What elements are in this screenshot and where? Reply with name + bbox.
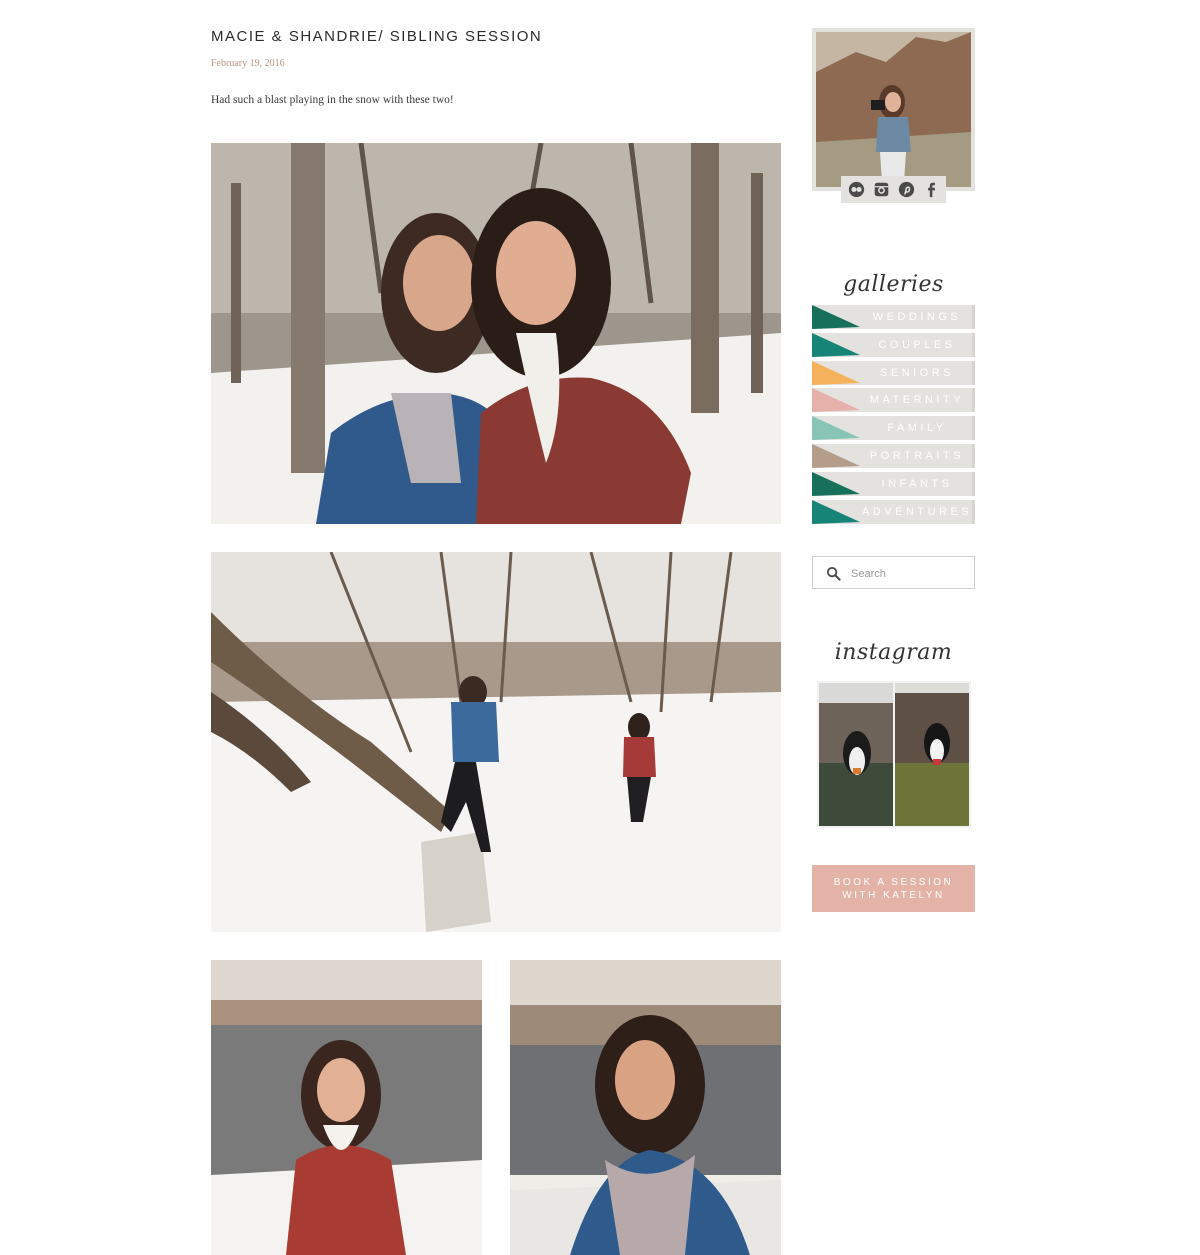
gallery-link-infants[interactable]: INFANTS bbox=[812, 471, 975, 496]
gallery-link-maternity[interactable]: MATERNITY bbox=[812, 388, 975, 413]
gallery-label: INFANTS bbox=[881, 477, 953, 490]
instagram-feed bbox=[817, 681, 971, 828]
instagram-heading: instagram bbox=[834, 640, 953, 665]
pennant-icon bbox=[812, 499, 860, 524]
pennant-icon bbox=[812, 471, 860, 496]
search-input[interactable] bbox=[849, 563, 971, 585]
instagram-photo[interactable] bbox=[895, 683, 969, 826]
post-title[interactable]: MACIE & SHANDRIE/ SIBLING SESSION bbox=[211, 28, 781, 45]
gallery-label: FAMILY bbox=[887, 422, 947, 435]
gallery-link-adventures[interactable]: ADVENTURES bbox=[812, 499, 975, 524]
post-date: February 19, 2016 bbox=[211, 58, 285, 69]
gallery-label: WEDDINGS bbox=[872, 311, 962, 323]
instagram-photo[interactable] bbox=[819, 683, 893, 826]
pennant-icon bbox=[812, 305, 860, 329]
post-photo-portrait-left bbox=[211, 960, 482, 1255]
gallery-label: SENIORS bbox=[879, 366, 954, 379]
gallery-label: PORTRAITS bbox=[869, 449, 965, 462]
post-photo-sisters bbox=[211, 143, 781, 524]
profile-photo-frame bbox=[812, 28, 975, 191]
flickr-icon[interactable] bbox=[848, 181, 865, 198]
pennant-icon bbox=[812, 332, 860, 357]
book-button-line1: BOOK A SESSION bbox=[833, 876, 954, 888]
pennant-icon bbox=[812, 443, 860, 468]
pennant-icon bbox=[812, 360, 860, 385]
gallery-link-family[interactable]: FAMILY bbox=[812, 416, 975, 441]
gallery-link-portraits[interactable]: PORTRAITS bbox=[812, 443, 975, 468]
book-button-line2: WITH KATELYN bbox=[842, 889, 945, 901]
gallery-link-couples[interactable]: COUPLES bbox=[812, 332, 975, 357]
post-body-text: Had such a blast playing in the snow wit… bbox=[211, 94, 454, 106]
search-icon[interactable] bbox=[826, 566, 841, 581]
gallery-link-weddings[interactable]: WEDDINGS bbox=[812, 305, 975, 329]
gallery-link-seniors[interactable]: SENIORS bbox=[812, 360, 975, 385]
book-session-button[interactable]: BOOK A SESSION WITH KATELYN bbox=[812, 865, 975, 912]
search-box bbox=[812, 556, 975, 589]
facebook-icon[interactable] bbox=[923, 181, 940, 198]
post-photo-portrait-right bbox=[510, 960, 781, 1255]
gallery-label: MATERNITY bbox=[869, 394, 965, 407]
social-icons-bar bbox=[841, 176, 946, 203]
pennant-icon bbox=[812, 388, 860, 413]
pinterest-icon[interactable] bbox=[898, 181, 915, 198]
post-photo-walking bbox=[211, 552, 781, 932]
gallery-label: ADVENTURES bbox=[862, 505, 973, 518]
galleries-list: WEDDINGS COUPLES SENIORS MATERNITY FAMILY POR… bbox=[812, 305, 975, 527]
profile-photo bbox=[816, 32, 971, 187]
gallery-label: COUPLES bbox=[878, 338, 956, 351]
instagram-icon[interactable] bbox=[873, 181, 890, 198]
pennant-icon bbox=[812, 416, 860, 441]
galleries-heading: galleries bbox=[843, 272, 944, 297]
